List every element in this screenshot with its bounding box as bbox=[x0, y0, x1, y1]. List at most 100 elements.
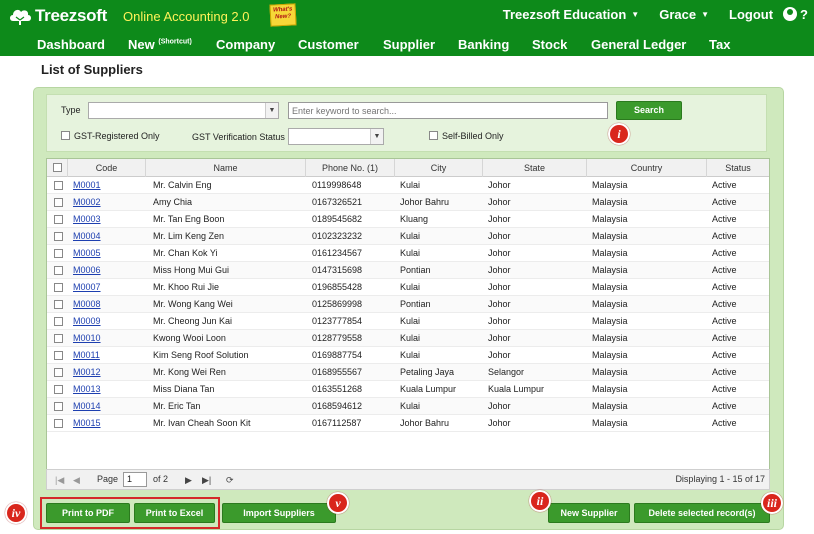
print-pdf-button[interactable]: Print to PDF bbox=[46, 503, 130, 523]
gst-registered-checkbox[interactable] bbox=[61, 131, 70, 140]
new-supplier-button[interactable]: New Supplier bbox=[548, 503, 630, 523]
supplier-code-link[interactable]: M0008 bbox=[73, 299, 101, 309]
cell-code: M0011 bbox=[73, 347, 100, 364]
nav-stock[interactable]: Stock bbox=[532, 37, 567, 52]
search-button[interactable]: Search bbox=[616, 101, 682, 120]
table-row[interactable]: M0009 Mr. Cheong Jun Kai 0123777854 Kulai Jo… bbox=[47, 313, 769, 330]
table-row[interactable]: M0005 Mr. Chan Kok Yi 0161234567 Kulai Johor… bbox=[47, 245, 769, 262]
top-bar: Treezsoft Online Accounting 2.0 What's N… bbox=[0, 0, 814, 32]
supplier-code-link[interactable]: M0002 bbox=[73, 197, 101, 207]
user-profile-icon[interactable] bbox=[783, 7, 798, 21]
nav-company[interactable]: Company bbox=[216, 37, 275, 52]
row-checkbox[interactable] bbox=[54, 181, 63, 190]
row-checkbox[interactable] bbox=[54, 232, 63, 241]
self-billed-checkbox[interactable] bbox=[429, 131, 438, 140]
table-row[interactable]: M0004 Mr. Lim Keng Zen 0102323232 Kulai Joho… bbox=[47, 228, 769, 245]
row-checkbox[interactable] bbox=[54, 283, 63, 292]
cell-city: Kulai bbox=[400, 231, 421, 241]
cell-status: Active bbox=[712, 418, 737, 428]
prev-page-icon[interactable]: ◀ bbox=[73, 475, 80, 486]
table-row[interactable]: M0001 Mr. Calvin Eng 0119998648 Kulai Johor M… bbox=[47, 177, 769, 194]
table-row[interactable]: M0015 Mr. Ivan Cheah Soon Kit 0167112587 Jo… bbox=[47, 415, 769, 432]
header-country[interactable]: Country bbox=[587, 159, 707, 177]
nav-customer[interactable]: Customer bbox=[298, 37, 359, 52]
treezsoft-logo[interactable]: Treezsoft bbox=[8, 4, 107, 28]
cell-status: Active bbox=[712, 367, 737, 377]
header-name[interactable]: Name bbox=[146, 159, 306, 177]
table-row[interactable]: M0010 Kwong Wooi Loon 0128779558 Kulai Johor… bbox=[47, 330, 769, 347]
header-status[interactable]: Status bbox=[707, 159, 769, 177]
table-row[interactable]: M0014 Mr. Eric Tan 0168594612 Kulai Johor Mal… bbox=[47, 398, 769, 415]
cell-phone: 0167326521 bbox=[312, 197, 363, 207]
header-code[interactable]: Code bbox=[68, 159, 146, 177]
supplier-code-link[interactable]: M0012 bbox=[73, 367, 101, 377]
gst-verification-select[interactable]: ▼ bbox=[288, 128, 384, 145]
row-checkbox[interactable] bbox=[54, 249, 63, 258]
supplier-code-link[interactable]: M0006 bbox=[73, 265, 101, 275]
refresh-icon[interactable]: ⟳ bbox=[226, 475, 234, 486]
cell-city: Kulai bbox=[400, 350, 421, 360]
user-menu[interactable]: Grace ▼ bbox=[659, 7, 709, 22]
nav-tax[interactable]: Tax bbox=[709, 37, 730, 52]
delete-selected-button[interactable]: Delete selected record(s) bbox=[634, 503, 770, 523]
table-row[interactable]: M0007 Mr. Khoo Rui Jie 0196855428 Kulai Joho… bbox=[47, 279, 769, 296]
row-checkbox[interactable] bbox=[54, 419, 63, 428]
supplier-code-link[interactable]: M0010 bbox=[73, 333, 101, 343]
row-checkbox[interactable] bbox=[54, 317, 63, 326]
table-row[interactable]: M0006 Miss Hong Mui Gui 0147315698 Pontian J… bbox=[47, 262, 769, 279]
nav-new[interactable]: New (Shortcut) bbox=[128, 37, 192, 52]
cell-name: Amy Chia bbox=[153, 197, 193, 207]
row-checkbox[interactable] bbox=[54, 368, 63, 377]
row-checkbox[interactable] bbox=[54, 300, 63, 309]
table-row[interactable]: M0013 Miss Diana Tan 0163551268 Kuala Lumpu… bbox=[47, 381, 769, 398]
select-all-checkbox[interactable] bbox=[53, 163, 62, 172]
nav-general-ledger[interactable]: General Ledger bbox=[591, 37, 686, 52]
type-select[interactable]: ▼ bbox=[88, 102, 279, 119]
supplier-code-link[interactable]: M0005 bbox=[73, 248, 101, 258]
cell-name: Mr. Ivan Cheah Soon Kit bbox=[153, 418, 251, 428]
help-icon[interactable]: ? bbox=[800, 7, 808, 22]
row-checkbox[interactable] bbox=[54, 266, 63, 275]
nav-supplier[interactable]: Supplier bbox=[383, 37, 435, 52]
cell-name: Mr. Chan Kok Yi bbox=[153, 248, 218, 258]
row-checkbox[interactable] bbox=[54, 215, 63, 224]
search-input[interactable] bbox=[288, 102, 608, 119]
table-row[interactable]: M0011 Kim Seng Roof Solution 0169887754 Kul… bbox=[47, 347, 769, 364]
first-page-icon[interactable]: |◀ bbox=[55, 475, 64, 486]
company-menu[interactable]: Treezsoft Education ▼ bbox=[503, 7, 639, 22]
last-page-icon[interactable]: ▶| bbox=[202, 475, 211, 486]
table-row[interactable]: M0002 Amy Chia 0167326521 Johor Bahru Johor M… bbox=[47, 194, 769, 211]
supplier-code-link[interactable]: M0007 bbox=[73, 282, 101, 292]
header-city[interactable]: City bbox=[395, 159, 483, 177]
cell-status: Active bbox=[712, 180, 737, 190]
supplier-code-link[interactable]: M0015 bbox=[73, 418, 101, 428]
supplier-code-link[interactable]: M0004 bbox=[73, 231, 101, 241]
header-state[interactable]: State bbox=[483, 159, 587, 177]
supplier-code-link[interactable]: M0013 bbox=[73, 384, 101, 394]
supplier-code-link[interactable]: M0003 bbox=[73, 214, 101, 224]
import-suppliers-button[interactable]: Import Suppliers bbox=[222, 503, 336, 523]
row-checkbox[interactable] bbox=[54, 385, 63, 394]
tree-cloud-icon bbox=[8, 5, 32, 27]
supplier-code-link[interactable]: M0001 bbox=[73, 180, 101, 190]
table-row[interactable]: M0008 Mr. Wong Kang Wei 0125869998 Pontian J… bbox=[47, 296, 769, 313]
header-phone[interactable]: Phone No. (1) bbox=[306, 159, 395, 177]
supplier-code-link[interactable]: M0011 bbox=[73, 350, 100, 360]
whats-new-badge[interactable]: What's New? bbox=[269, 3, 297, 27]
page-number-input[interactable]: 1 bbox=[123, 472, 147, 487]
nav-dashboard[interactable]: Dashboard bbox=[37, 37, 105, 52]
supplier-code-link[interactable]: M0014 bbox=[73, 401, 101, 411]
table-row[interactable]: M0012 Mr. Kong Wei Ren 0168955567 Petaling … bbox=[47, 364, 769, 381]
next-page-icon[interactable]: ▶ bbox=[185, 475, 192, 486]
supplier-code-link[interactable]: M0009 bbox=[73, 316, 101, 326]
row-checkbox[interactable] bbox=[54, 198, 63, 207]
cell-country: Malaysia bbox=[592, 265, 628, 275]
print-excel-button[interactable]: Print to Excel bbox=[134, 503, 215, 523]
logout-link[interactable]: Logout bbox=[729, 7, 773, 22]
row-checkbox[interactable] bbox=[54, 402, 63, 411]
row-checkbox[interactable] bbox=[54, 334, 63, 343]
nav-banking[interactable]: Banking bbox=[458, 37, 509, 52]
cell-name: Mr. Calvin Eng bbox=[153, 180, 212, 190]
table-row[interactable]: M0003 Mr. Tan Eng Boon 0189545682 Kluang Joh… bbox=[47, 211, 769, 228]
row-checkbox[interactable] bbox=[54, 351, 63, 360]
